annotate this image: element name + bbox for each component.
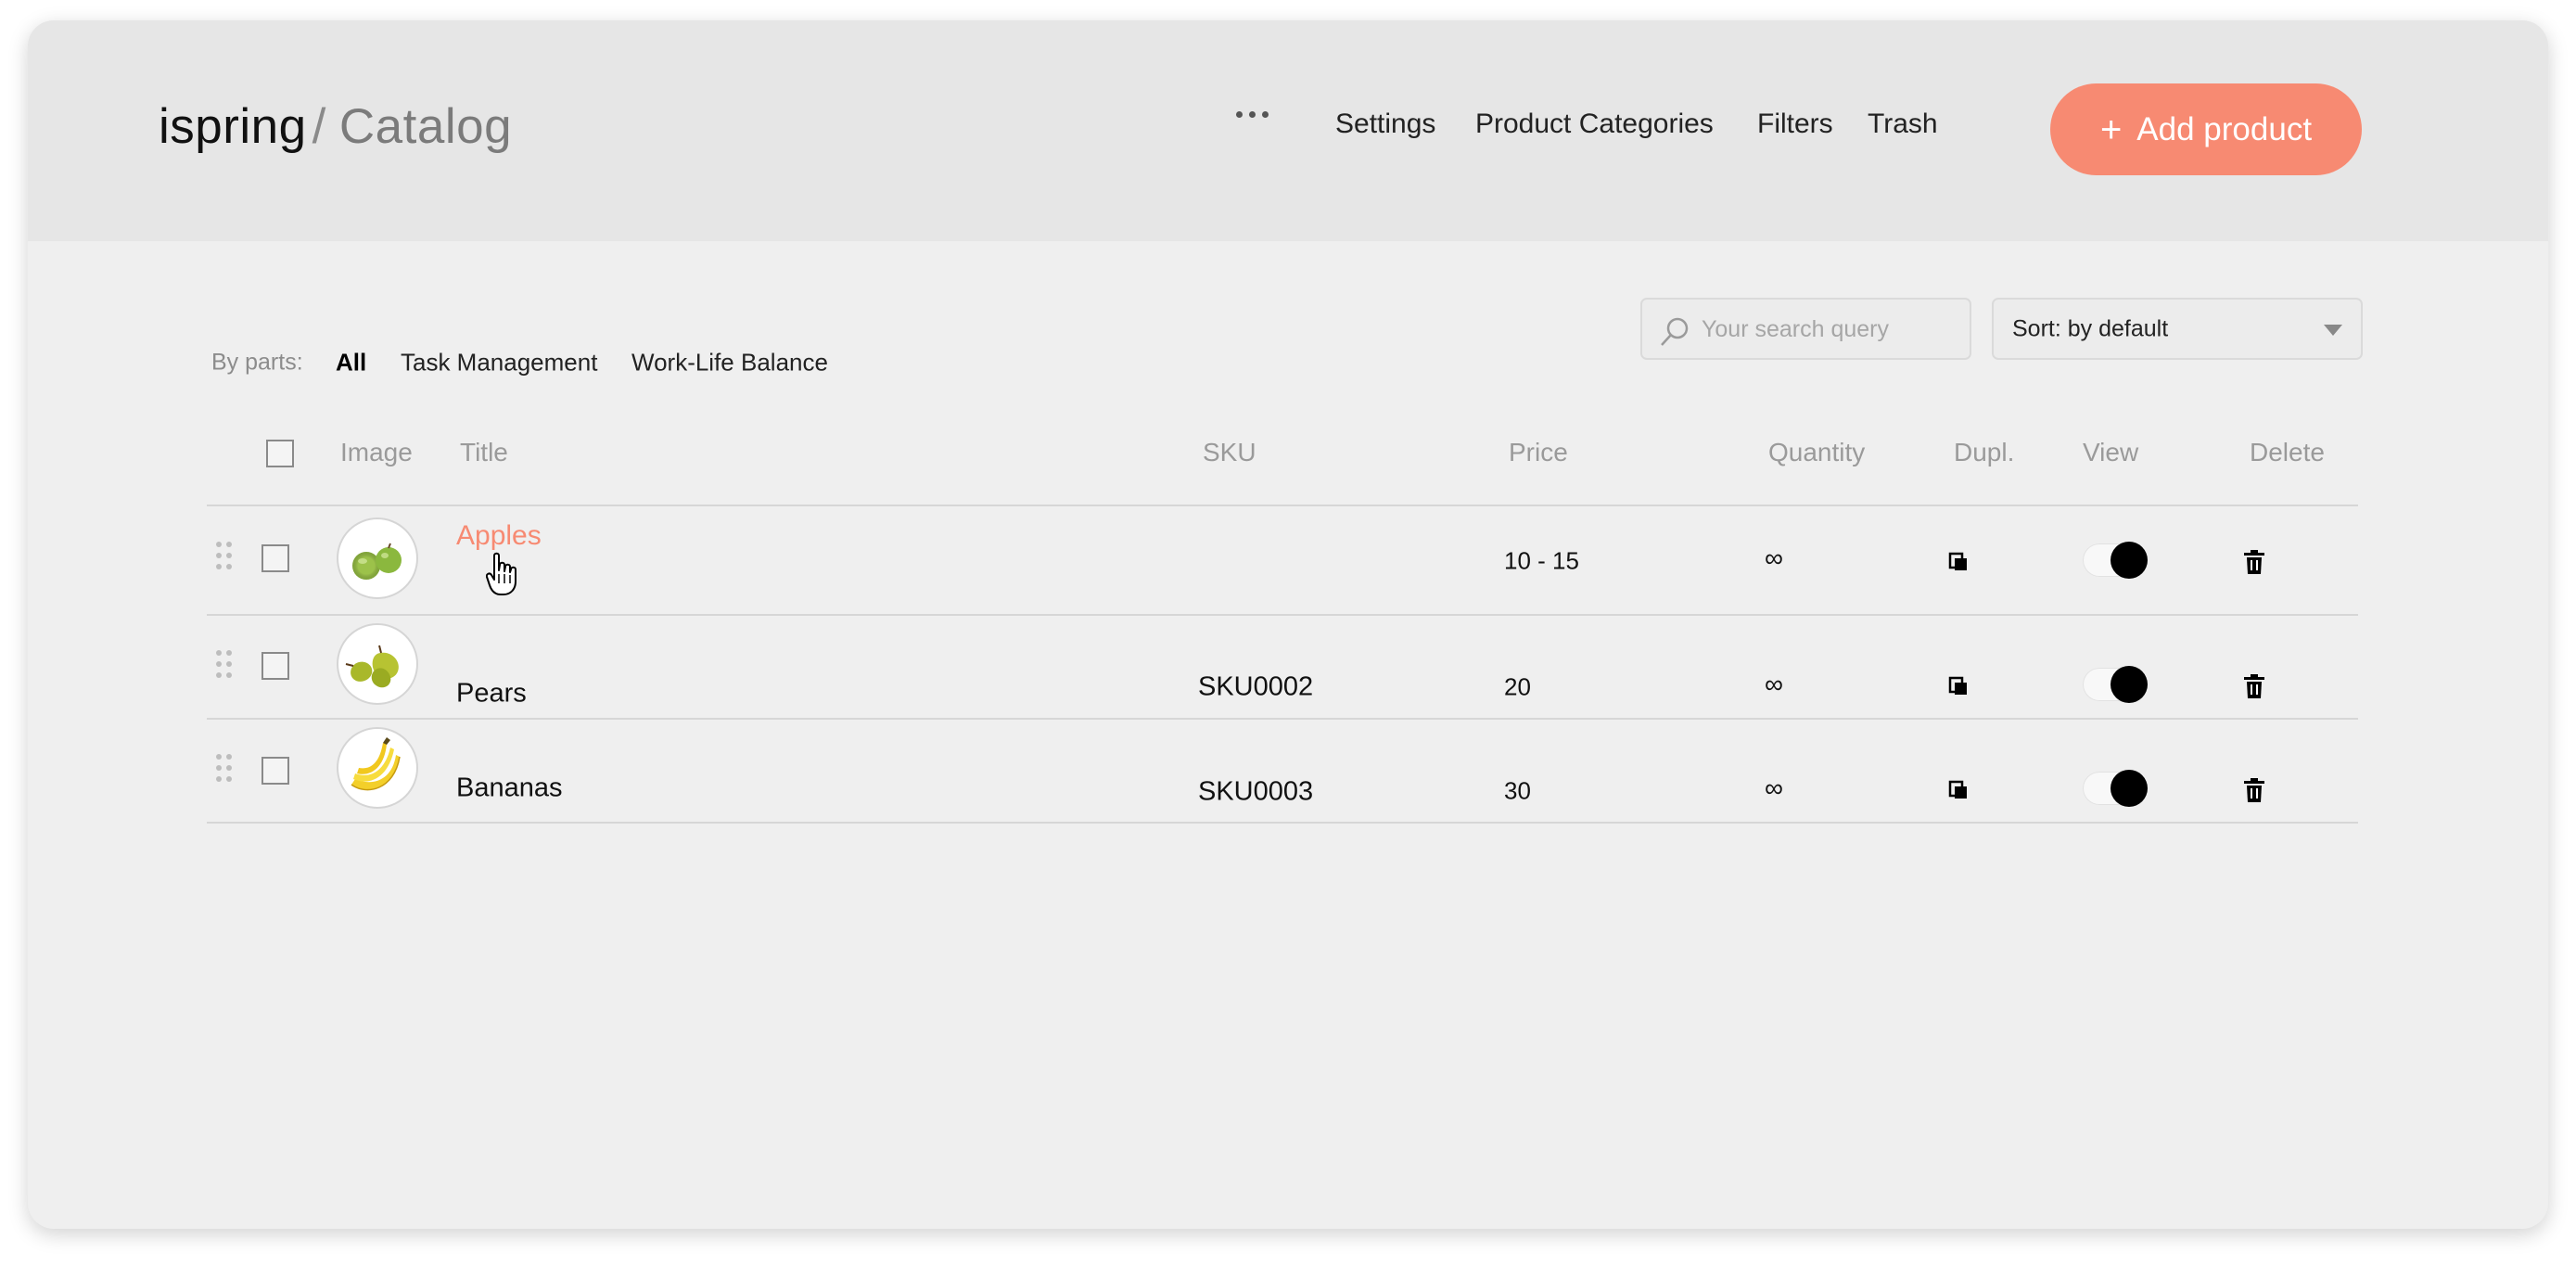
product-sku: SKU0002 bbox=[1198, 671, 1314, 702]
product-price: 10 - 15 bbox=[1504, 546, 1579, 575]
filter-all[interactable]: All bbox=[336, 349, 366, 377]
product-sku: SKU0003 bbox=[1198, 776, 1314, 807]
nav-filters[interactable]: Filters bbox=[1757, 109, 1833, 140]
filter-task-management[interactable]: Task Management bbox=[401, 349, 597, 377]
search-icon bbox=[1661, 317, 1689, 346]
product-image-bananas bbox=[337, 727, 418, 809]
column-header-sku[interactable]: SKU bbox=[1203, 438, 1256, 467]
more-dots-icon[interactable] bbox=[1236, 111, 1269, 118]
row-checkbox[interactable] bbox=[261, 544, 289, 572]
duplicate-icon[interactable] bbox=[1947, 779, 1970, 801]
table-row: Pears SKU0002 20 ∞ bbox=[28, 616, 2548, 720]
breadcrumb: ispring / Catalog bbox=[159, 98, 512, 155]
column-header-quantity[interactable]: Quantity bbox=[1768, 438, 1865, 467]
row-checkbox[interactable] bbox=[261, 652, 289, 680]
product-quantity: ∞ bbox=[1765, 670, 1783, 698]
search-box[interactable] bbox=[1640, 298, 1971, 360]
duplicate-icon[interactable] bbox=[1947, 551, 1970, 573]
chevron-down-icon bbox=[2324, 325, 2342, 336]
header-bar: ispring / Catalog Settings Product Categor… bbox=[28, 20, 2548, 241]
table-row: Bananas SKU0003 30 ∞ bbox=[28, 720, 2548, 824]
divider bbox=[207, 822, 2358, 824]
column-header-view: View bbox=[2083, 438, 2139, 466]
product-title[interactable]: Bananas bbox=[456, 773, 563, 804]
add-product-label: Add product bbox=[2136, 110, 2313, 147]
product-price: 20 bbox=[1504, 672, 1531, 701]
nav-settings[interactable]: Settings bbox=[1335, 109, 1435, 140]
drag-handle-icon[interactable] bbox=[216, 542, 233, 571]
table-row: Apples 10 - 15 ∞ bbox=[28, 506, 2548, 610]
product-image-pears bbox=[337, 623, 418, 705]
sort-value: Sort: by default bbox=[2012, 315, 2169, 341]
column-header-title[interactable]: Title bbox=[460, 438, 508, 467]
brand-name[interactable]: ispring bbox=[159, 99, 307, 154]
view-toggle[interactable] bbox=[2083, 542, 2148, 579]
column-header-duplicate: Dupl. bbox=[1954, 438, 2015, 466]
add-product-button[interactable]: + Add product bbox=[2050, 83, 2362, 175]
breadcrumb-separator: / bbox=[312, 99, 326, 154]
nav-product-categories[interactable]: Product Categories bbox=[1475, 109, 1714, 140]
search-input[interactable] bbox=[1700, 300, 1968, 360]
product-title-link[interactable]: Apples bbox=[456, 520, 542, 552]
filter-label: By parts: bbox=[211, 349, 303, 376]
product-price: 30 bbox=[1504, 776, 1531, 805]
filter-work-life-balance[interactable]: Work-Life Balance bbox=[631, 349, 828, 377]
page-title: Catalog bbox=[338, 99, 513, 154]
nav-trash[interactable]: Trash bbox=[1868, 109, 1938, 140]
product-title[interactable]: Pears bbox=[456, 679, 527, 709]
duplicate-icon[interactable] bbox=[1947, 675, 1970, 697]
drag-handle-icon[interactable] bbox=[216, 650, 233, 680]
sort-select[interactable]: Sort: by default bbox=[1992, 298, 2363, 360]
trash-icon[interactable] bbox=[2243, 674, 2265, 698]
select-all-checkbox[interactable] bbox=[266, 440, 294, 467]
column-header-price[interactable]: Price bbox=[1509, 438, 1568, 467]
column-header-image: Image bbox=[340, 438, 413, 466]
hand-cursor-icon bbox=[486, 552, 516, 595]
trash-icon[interactable] bbox=[2243, 550, 2265, 574]
row-checkbox[interactable] bbox=[261, 757, 289, 785]
view-toggle[interactable] bbox=[2083, 666, 2148, 703]
plus-icon: + bbox=[2099, 109, 2123, 150]
view-toggle[interactable] bbox=[2083, 770, 2148, 807]
trash-icon[interactable] bbox=[2243, 778, 2265, 802]
product-quantity: ∞ bbox=[1765, 773, 1783, 802]
column-header-delete: Delete bbox=[2250, 438, 2325, 466]
catalog-window: ispring / Catalog Settings Product Categor… bbox=[28, 20, 2548, 1229]
product-image-apples bbox=[337, 518, 418, 599]
product-quantity: ∞ bbox=[1765, 543, 1783, 572]
drag-handle-icon[interactable] bbox=[216, 754, 233, 784]
